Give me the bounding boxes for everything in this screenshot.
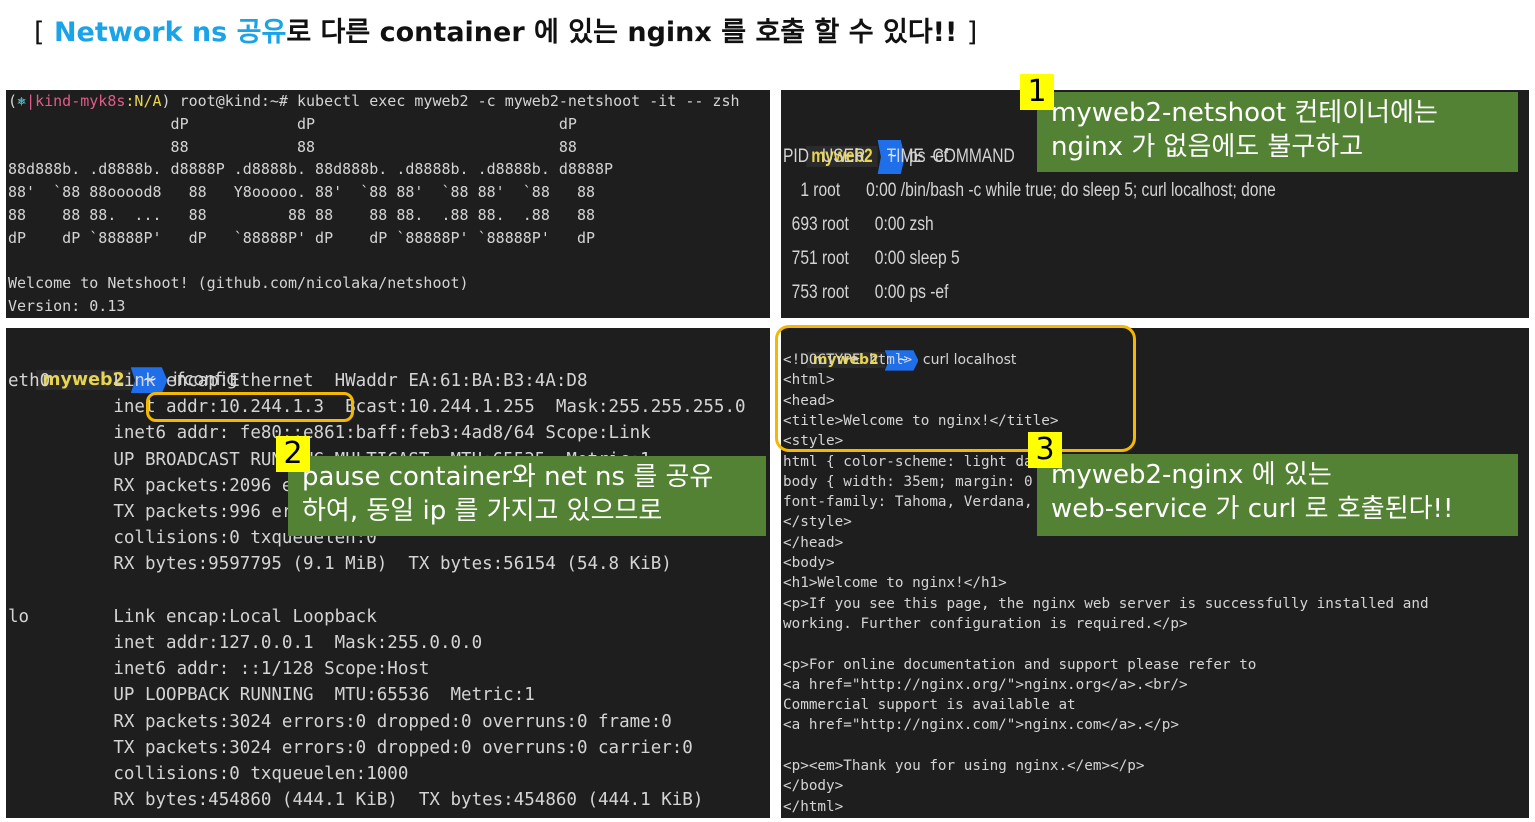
ps-row: 751 root 0:00 sleep 5 (783, 248, 960, 269)
curl-output-line: <p><em>Thank you for using nginx.</em></… (783, 758, 1145, 774)
ps-row: 693 root 0:00 zsh (783, 214, 934, 235)
callout-3-line2: web-service 가 curl 로 호출된다!! (1051, 494, 1454, 524)
curl-output-line: </head> (783, 534, 844, 551)
banner-line: dP dP dP (8, 114, 577, 133)
ifconfig-line: inet6 addr: fe80::e861:baff:feb3:4ad8/64… (8, 423, 651, 444)
heading-close-bracket: ] (966, 17, 978, 48)
curl-output-line: <h1>Welcome to nginx!</h1> (783, 575, 1007, 592)
terminal-ifconfig[interactable]: myweb2 ~ ifconfig eth0 Link encap:Etherne… (6, 328, 770, 818)
version-line: Version: 0.13 (8, 297, 126, 316)
curl-output-line: <body> (783, 555, 835, 571)
ifconfig-line: TX packets:3024 errors:0 dropped:0 overr… (8, 737, 693, 758)
ifconfig-line: eth0 Link encap:Ethernet HWaddr EA:61:BA… (8, 371, 588, 391)
callout-2-number: 2 (276, 436, 310, 472)
banner-line: 88d888b. .d8888b. d8888P .d8888b. 88d888… (8, 160, 614, 179)
ifconfig-line: RX bytes:9597795 (9.1 MiB) TX bytes:5615… (8, 554, 672, 575)
curl-output-line: <a href="http://nginx.org/">nginx.org</a… (783, 676, 1188, 693)
banner-line: dP dP `88888P' dP `88888P' dP dP `88888P… (8, 228, 595, 247)
curl-output-line: <p>For online documentation and support … (783, 656, 1257, 673)
heading-accent-text: Network ns 공유 (53, 17, 287, 48)
curl-output-line: </body> (783, 778, 844, 795)
ifconfig-line: inet addr:127.0.0.1 Mask:255.0.0.0 (8, 633, 483, 653)
callout-2: pause container와 net ns 를 공유 하여, 동일 ip 를… (288, 456, 766, 536)
kubernetes-icon: ⎈ (17, 92, 27, 110)
curl-output-line: Commercial support is available at (783, 697, 1076, 714)
curl-output-highlight (775, 325, 1136, 452)
ifconfig-line: RX packets:3024 errors:0 dropped:0 overr… (8, 711, 672, 732)
ps-row: 753 root 0:00 ps -ef (783, 282, 949, 303)
welcome-line: Welcome to Netshoot! (github.com/nicolak… (8, 274, 469, 293)
ifconfig-line: inet6 addr: ::1/128 Scope:Host (8, 659, 430, 680)
ip-address-highlight (146, 392, 354, 422)
terminal-kubectl-exec[interactable]: (⎈|kind-myk8s:N/A) root@kind:~# kubectl … (6, 90, 770, 318)
curl-output-line: </style> (783, 514, 852, 531)
page-heading: [ Network ns 공유로 다른 container 에 있는 nginx… (34, 10, 977, 49)
heading-text: 로 다른 container 에 있는 nginx 를 호출 할 수 있다!! (286, 17, 958, 48)
banner-line: 88 88 88. ... 88 88 88 88 88. .88 88. .8… (8, 206, 595, 224)
heading-open-bracket: [ (34, 17, 45, 48)
curl-output-line: <p>If you see this page, the nginx web s… (783, 595, 1429, 612)
callout-1: myweb2-netshoot 컨테이너에는 nginx 가 없음에도 불구하고 (1037, 92, 1518, 172)
ifconfig-line: lo Link encap:Local Loopback (8, 606, 377, 627)
callout-1-number: 1 (1020, 74, 1054, 110)
kubectl-command-line: (⎈|kind-myk8s:N/A) root@kind:~# kubectl … (8, 92, 740, 110)
ifconfig-line: inet addr:10.244.1.3 Bcast:10.244.1.255 … (8, 397, 746, 418)
ps-header: PID USER TIME COMMAND (783, 146, 1015, 167)
curl-output-line: </html> (783, 798, 844, 815)
callout-3-line1: myweb2-nginx 에 있는 (1051, 460, 1332, 490)
callout-1-line1: myweb2-netshoot 컨테이너에는 (1051, 98, 1438, 128)
banner-line: 88' `88 88ooood8 88 Y8ooooo. 88' `88 88'… (8, 183, 595, 202)
callout-1-line2: nginx 가 없음에도 불구하고 (1051, 132, 1364, 162)
curl-output-line: <a href="http://nginx.com/">nginx.com</a… (783, 717, 1179, 734)
ifconfig-line: collisions:0 txqueuelen:1000 (8, 764, 409, 784)
ps-row: 1 root 0:00 /bin/bash -c while true; do … (783, 180, 1276, 201)
callout-3: myweb2-nginx 에 있는 web-service 가 curl 로 호… (1037, 454, 1518, 536)
callout-3-number: 3 (1028, 432, 1062, 468)
ifconfig-line: UP LOOPBACK RUNNING MTU:65536 Metric:1 (8, 685, 535, 706)
callout-2-line2: 하여, 동일 ip 를 가지고 있으므로 (302, 496, 663, 526)
ifconfig-line: RX bytes:454860 (444.1 KiB) TX bytes:454… (8, 790, 704, 811)
callout-2-line1: pause container와 net ns 를 공유 (302, 462, 714, 492)
banner-line: 88 88 88 (8, 137, 577, 156)
curl-output-line: working. Further configuration is requir… (783, 615, 1188, 632)
